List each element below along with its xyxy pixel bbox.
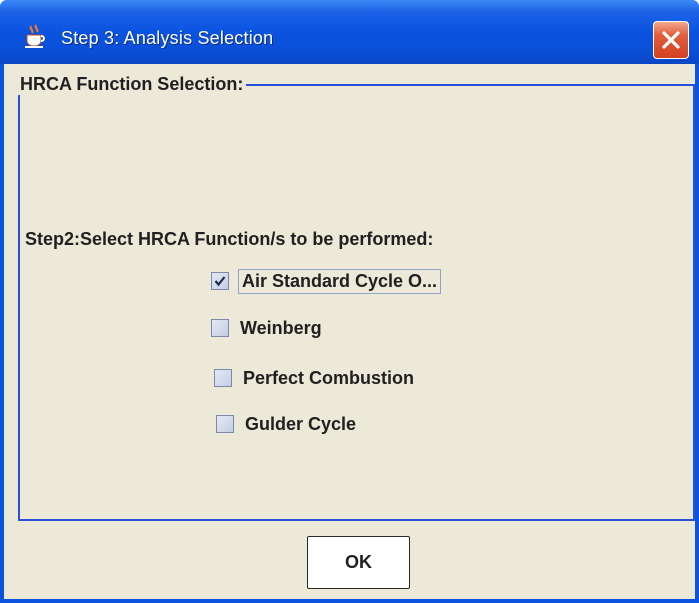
dialog-content: HRCA Function Selection: Step2:Select HR… [4,64,695,599]
option-air-standard-cycle[interactable]: Air Standard Cycle O... [211,267,442,295]
option-label: Perfect Combustion [243,367,415,388]
checkbox-weinberg[interactable] [211,319,229,337]
option-label: Gulder Cycle [245,413,357,434]
close-button[interactable] [653,21,689,59]
option-perfect-combustion[interactable]: Perfect Combustion [214,364,416,392]
option-gulder-cycle[interactable]: Gulder Cycle [216,410,358,438]
option-label: Air Standard Cycle O... [238,268,442,294]
selection-prompt: Step2:Select HRCA Function/s to be perfo… [25,229,434,249]
close-icon [662,31,680,49]
checkbox-air-standard-cycle[interactable] [211,272,229,290]
dialog-window: Step 3: Analysis Selection HRCA Function… [0,0,699,603]
group-title: HRCA Function Selection: [18,74,247,95]
function-selection-group [18,84,695,521]
checkbox-perfect-combustion[interactable] [214,369,232,387]
ok-button[interactable]: OK [307,536,410,589]
checkmark-icon [214,276,226,287]
title-bar[interactable]: Step 3: Analysis Selection [0,0,699,64]
java-cup-icon [22,24,48,50]
window-title: Step 3: Analysis Selection [61,28,274,48]
option-weinberg[interactable]: Weinberg [211,314,324,342]
option-label: Weinberg [240,317,322,338]
checkbox-gulder-cycle[interactable] [216,415,234,433]
